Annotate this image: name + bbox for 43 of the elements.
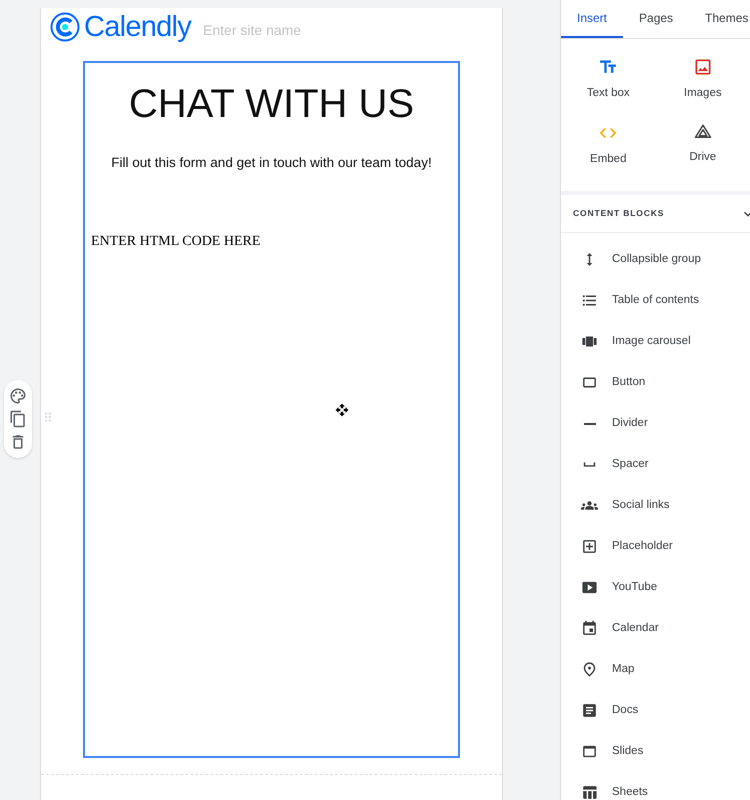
- copy-icon[interactable]: [9, 410, 27, 428]
- move-cursor-icon: [335, 403, 349, 417]
- logo-icon: [50, 12, 80, 42]
- list-icon: [581, 292, 598, 309]
- content-block-item[interactable]: Sheets: [561, 772, 750, 800]
- triangle-icon: [694, 123, 712, 141]
- content-block-item[interactable]: Button: [561, 362, 750, 403]
- insert-tile[interactable]: Images: [656, 51, 750, 117]
- section-heading: CHAT WITH US: [128, 81, 416, 128]
- document-icon: [581, 702, 598, 719]
- insert-tile[interactable]: Drive: [656, 117, 750, 183]
- play-icon: [581, 579, 598, 596]
- panel-tab[interactable]: Pages: [623, 0, 690, 38]
- content-block-item[interactable]: Social links: [561, 485, 750, 526]
- content-block-item[interactable]: Map: [561, 649, 750, 690]
- panel-tab[interactable]: Insert: [561, 0, 624, 38]
- section-subheading: Fill out this form and get in touch with our team today!: [110, 154, 433, 172]
- plus-box-icon: [581, 538, 598, 555]
- content-block-item[interactable]: Docs: [561, 690, 750, 731]
- content-block-item[interactable]: Collapsible group: [561, 239, 750, 280]
- palette-icon[interactable]: [9, 386, 27, 405]
- content-block-item[interactable]: YouTube: [561, 567, 750, 608]
- insert-tile[interactable]: Embed: [561, 117, 656, 183]
- content-block-item[interactable]: Table of contents: [561, 280, 750, 321]
- embed-placeholder-text: ENTER HTML CODE HERE: [91, 233, 262, 252]
- content-block-item[interactable]: Image carousel: [561, 321, 750, 362]
- panel-tab[interactable]: Themes: [689, 0, 750, 38]
- site-name-field[interactable]: Enter site name: [203, 20, 354, 40]
- content-block-item[interactable]: Placeholder: [561, 526, 750, 567]
- content-block-item[interactable]: Calendar: [561, 608, 750, 649]
- content-blocks-header[interactable]: CONTENT BLOCKS: [561, 195, 750, 233]
- insert-tile[interactable]: Text box: [561, 51, 656, 117]
- content-block-item[interactable]: Slides: [561, 731, 750, 772]
- map-pin-icon: [581, 661, 598, 678]
- content-block-item[interactable]: Spacer: [561, 444, 750, 485]
- logo-text: Calendly: [84, 12, 192, 42]
- content-block-item[interactable]: Divider: [561, 403, 750, 444]
- line-icon: [584, 422, 596, 424]
- window-icon: [581, 743, 598, 760]
- table-icon: [581, 784, 598, 800]
- image-icon: [692, 57, 713, 77]
- calendar-icon: [581, 620, 598, 637]
- embed-section[interactable]: CHAT WITH US Fill out this form and get in touch with our team today! ENTER HTML CODE HERE: [83, 61, 460, 758]
